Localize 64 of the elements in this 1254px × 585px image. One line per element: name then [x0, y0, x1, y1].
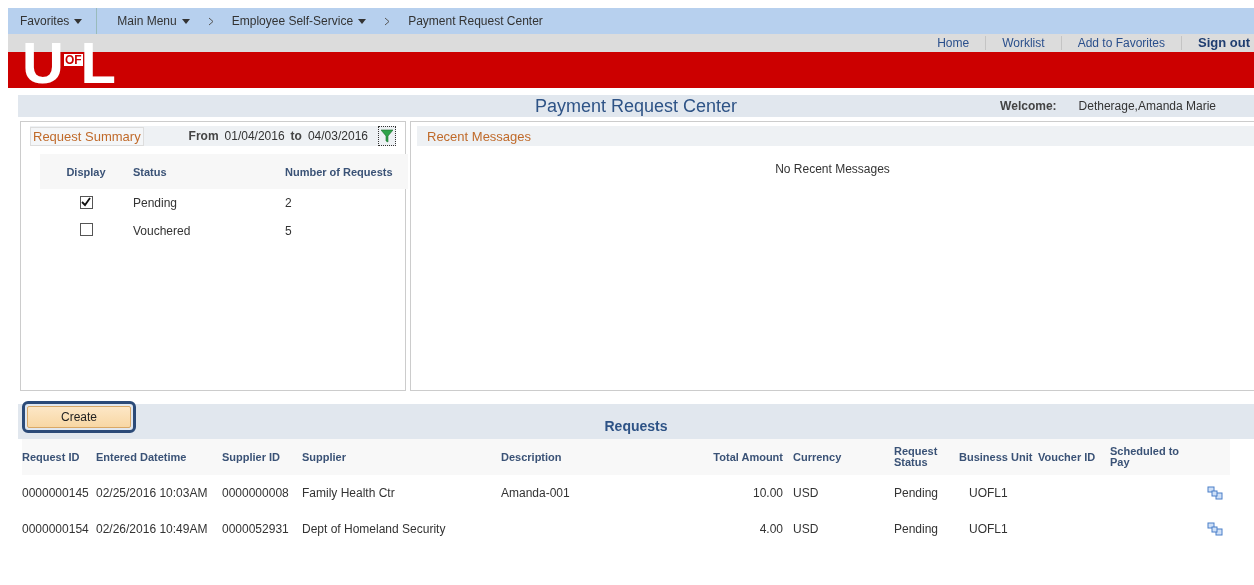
filter-button[interactable]	[378, 126, 396, 146]
table-cell: 2	[284, 189, 408, 217]
related-actions-icon[interactable]	[1207, 522, 1223, 536]
section-title: Requests	[604, 417, 668, 434]
table-cell-text: 0000000008	[222, 485, 290, 502]
table-cell-text: UOFL1	[968, 485, 1009, 502]
display-checkbox[interactable]	[79, 223, 93, 236]
table-cell-text: Pending	[893, 485, 940, 502]
table-cell-text: 02/26/2016 10:49AM	[96, 521, 209, 538]
table-cell-text: 4.00	[758, 521, 783, 538]
header-link[interactable]: Worklist	[985, 36, 1061, 50]
column-header: Description	[501, 439, 701, 475]
page-title: Payment Request Center	[534, 95, 738, 117]
display-checkbox[interactable]	[79, 195, 93, 209]
table-cell-text: Dept of Homeland Security	[302, 521, 447, 538]
check-icon	[81, 197, 91, 208]
column-header: Total Amount	[701, 439, 783, 475]
menu-item[interactable]: Payment Request Center	[396, 8, 555, 34]
column-header: Supplier	[302, 439, 501, 475]
table-cell: Pending	[132, 189, 284, 217]
table-cell-text: 10.00	[751, 485, 783, 502]
table-cell-text: Family Health Ctr	[302, 485, 396, 502]
table-cell-text: 5	[284, 223, 293, 240]
column-header: Currency	[783, 439, 884, 475]
table-cell-text: Amanda-001	[501, 485, 571, 502]
menu-item[interactable]: Main Menu	[105, 8, 202, 34]
to-label: to	[290, 129, 302, 143]
table-cell-text: UOFL1	[968, 521, 1009, 538]
table-cell-text: 0000052931	[222, 521, 290, 538]
related-actions-icon[interactable]	[1207, 486, 1223, 500]
header-link[interactable]: Home	[921, 36, 986, 50]
welcome-label: Welcome:	[1000, 99, 1057, 113]
user-name: Detherage,Amanda Marie	[1078, 99, 1216, 113]
header-cell	[1200, 439, 1230, 475]
from-label: From	[188, 129, 219, 143]
table-cell-text: Vouchered	[132, 223, 192, 240]
table-cell-text: 0000000145	[22, 485, 90, 502]
to-date: 04/03/2016	[307, 129, 368, 143]
menu-item[interactable]: Employee Self-Service	[219, 8, 379, 34]
table-cell-text: USD	[792, 521, 820, 538]
table-cell-text: USD	[792, 485, 820, 502]
header-link[interactable]: Sign out	[1181, 36, 1254, 50]
table-cell-text: 02/25/2016 10:03AM	[96, 485, 209, 502]
column-header: Supplier ID	[222, 439, 302, 475]
column-header: Voucher ID	[1038, 439, 1110, 475]
from-date: 01/04/2016	[224, 129, 285, 143]
column-header: Business Unit	[959, 439, 1038, 475]
chevron-icon	[384, 16, 391, 26]
create-button[interactable]: Create	[27, 406, 131, 428]
column-header: Status	[132, 154, 284, 189]
column-header: Number of Requests	[284, 154, 408, 189]
chevron-icon	[207, 16, 214, 26]
funnel-icon	[381, 129, 393, 143]
column-header: Display	[40, 154, 132, 189]
empty-message: No Recent Messages	[774, 162, 891, 176]
panel-title: Recent Messages	[426, 127, 533, 145]
table-cell-text: 0000000154	[22, 521, 90, 538]
column-header: Request Status	[884, 439, 959, 475]
header-link[interactable]: Add to Favorites	[1060, 36, 1181, 50]
table-cell-text: Pending	[893, 521, 940, 538]
panel-title: Request Summary	[30, 126, 144, 146]
column-header: Scheduled to Pay	[1110, 439, 1200, 475]
column-header: Entered Datetime	[96, 439, 222, 475]
column-header: Request ID	[22, 439, 96, 475]
